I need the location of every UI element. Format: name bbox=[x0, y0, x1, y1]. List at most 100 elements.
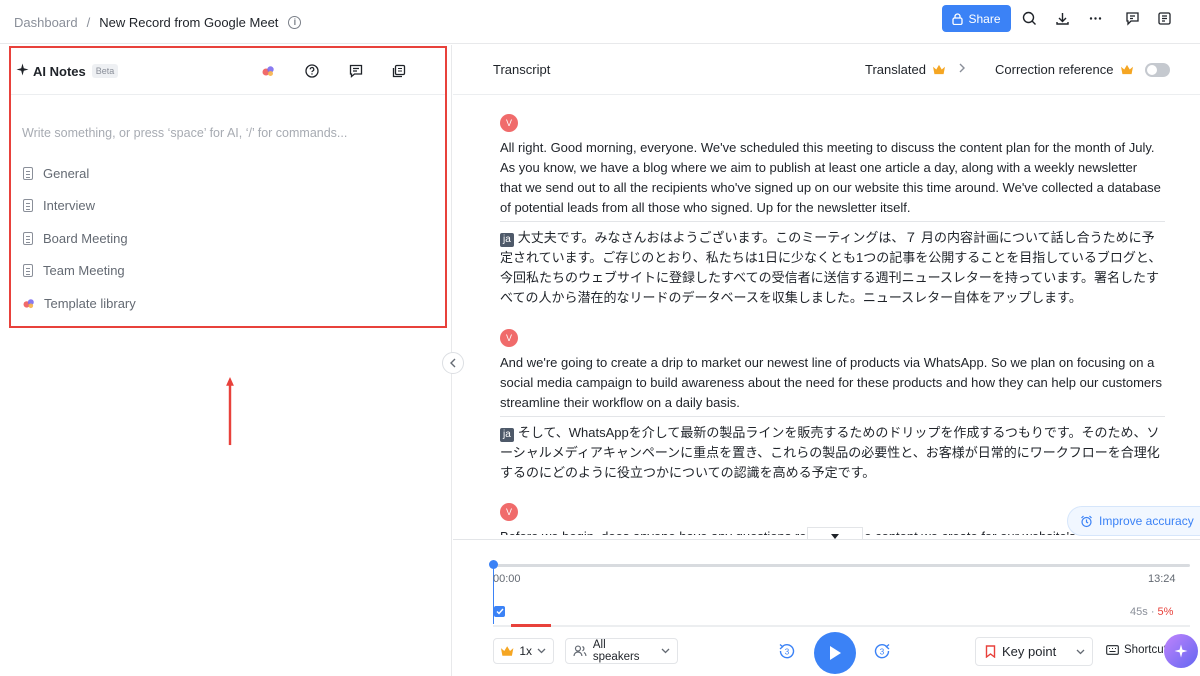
playback-speed-select[interactable]: 1x bbox=[493, 638, 554, 664]
chat-summary-icon[interactable] bbox=[348, 63, 364, 79]
stat-separator: · bbox=[1150, 606, 1155, 618]
template-item-board-meeting[interactable]: Board Meeting bbox=[23, 229, 128, 247]
language-tag: ja bbox=[500, 428, 514, 442]
page-title: New Record from Google Meet bbox=[99, 14, 279, 30]
speakers-select[interactable]: All speakers bbox=[565, 638, 678, 664]
bookmark-icon bbox=[985, 645, 996, 658]
chevron-left-icon bbox=[450, 358, 456, 368]
template-label: Template library bbox=[44, 295, 136, 311]
notes-editor-placeholder[interactable]: Write something, or press ‘space’ for AI… bbox=[22, 126, 347, 140]
breadcrumb: Dashboard / New Record from Google Meet … bbox=[14, 0, 302, 44]
template-label: Board Meeting bbox=[43, 230, 128, 246]
help-icon[interactable] bbox=[304, 63, 320, 79]
chevron-down-icon bbox=[1076, 647, 1085, 657]
download-icon[interactable] bbox=[1053, 9, 1071, 27]
key-point-select[interactable]: Key point bbox=[975, 637, 1093, 666]
document-icon bbox=[23, 263, 33, 277]
ai-assistant-button[interactable] bbox=[1164, 634, 1198, 668]
talk-stat: 45s · 5% bbox=[1130, 606, 1173, 618]
transcript-panel: Transcript Translated Correction referen… bbox=[453, 45, 1200, 676]
forward-3s-icon[interactable]: 3 bbox=[873, 642, 891, 660]
collapse-panel-button[interactable] bbox=[442, 352, 464, 374]
chevron-down-icon bbox=[537, 646, 546, 656]
chevron-down-icon bbox=[661, 646, 670, 656]
template-item-general[interactable]: General bbox=[23, 164, 89, 182]
skip-forward-label: 3 bbox=[880, 648, 885, 657]
share-label: Share bbox=[968, 11, 1001, 26]
beta-badge: Beta bbox=[91, 64, 119, 78]
info-icon[interactable]: i bbox=[288, 15, 302, 29]
transcript-header: Transcript Translated Correction referen… bbox=[453, 45, 1200, 95]
talk-percent: 5% bbox=[1157, 606, 1174, 618]
skip-back-label: 3 bbox=[785, 648, 790, 657]
avatar: V bbox=[500, 503, 518, 521]
notes-panel-icon[interactable] bbox=[1155, 9, 1173, 27]
template-item-template-library[interactable]: Template library bbox=[23, 294, 136, 312]
ai-notes-label: AI Notes bbox=[33, 63, 86, 79]
translation-text: そして、WhatsAppを介して最新の製品ラインを販売するためのドリップを作成す… bbox=[500, 425, 1160, 480]
rewind-3s-icon[interactable]: 3 bbox=[778, 642, 796, 660]
translation-segment[interactable]: ja そして、WhatsAppを介して最新の製品ラインを販売するためのドリップを作… bbox=[500, 416, 1165, 483]
template-item-interview[interactable]: Interview bbox=[23, 196, 95, 214]
correction-label: Correction reference bbox=[995, 62, 1114, 77]
ai-notes-title: AI Notes Beta bbox=[16, 63, 119, 79]
template-label: Team Meeting bbox=[43, 262, 125, 278]
more-icon[interactable] bbox=[1086, 9, 1104, 27]
template-label: General bbox=[43, 165, 90, 181]
people-icon bbox=[573, 645, 587, 657]
avatar: V bbox=[500, 329, 518, 347]
ai-notes-header: AI Notes Beta bbox=[11, 48, 445, 95]
play-icon bbox=[830, 646, 841, 660]
timeline-handle[interactable] bbox=[489, 560, 498, 569]
keypoint-checkbox[interactable] bbox=[494, 606, 505, 617]
transcript-segment[interactable]: All right. Good morning, everyone. We've… bbox=[500, 138, 1162, 218]
copy-icon[interactable] bbox=[391, 63, 407, 79]
lock-icon bbox=[952, 12, 964, 25]
time-start: 00:00 bbox=[493, 573, 521, 585]
sparkle-icon bbox=[16, 63, 29, 79]
share-button[interactable]: Share bbox=[942, 5, 1011, 32]
speed-value: 1x bbox=[519, 644, 532, 658]
language-tag: ja bbox=[500, 233, 514, 247]
correction-toggle[interactable] bbox=[1145, 63, 1170, 77]
audio-player: 00:00 13:24 45s · 5% 1x All speakers 3 3… bbox=[453, 539, 1200, 676]
sparkle-icon bbox=[1174, 644, 1188, 658]
breadcrumb-separator: / bbox=[86, 14, 91, 30]
keyboard-icon bbox=[1106, 645, 1119, 655]
crown-icon bbox=[500, 646, 514, 656]
chevron-right-icon[interactable] bbox=[958, 61, 966, 76]
top-bar: Dashboard / New Record from Google Meet … bbox=[0, 0, 1200, 44]
translated-label: Translated bbox=[865, 62, 926, 77]
ai-brand-icon[interactable] bbox=[260, 63, 276, 79]
timeline-track[interactable] bbox=[493, 564, 1190, 567]
alarm-icon bbox=[1081, 515, 1092, 527]
ai-notes-panel: AI Notes Beta Write something, or press … bbox=[0, 45, 452, 676]
shortcuts-button[interactable]: Shortcuts bbox=[1106, 644, 1173, 656]
avatar: V bbox=[500, 114, 518, 132]
translated-option[interactable]: Translated bbox=[865, 62, 946, 77]
search-icon[interactable] bbox=[1020, 9, 1038, 27]
translation-segment[interactable]: ja 大丈夫です。みなさんおはようございます。このミーティングは、７ 月の内容計画… bbox=[500, 221, 1165, 308]
crown-icon bbox=[932, 64, 945, 75]
correction-reference: Correction reference bbox=[995, 62, 1134, 77]
comment-icon[interactable] bbox=[1123, 9, 1141, 27]
transcript-segment[interactable]: And we're going to create a drip to mark… bbox=[500, 353, 1162, 413]
document-icon bbox=[23, 166, 33, 180]
talk-time: 45s bbox=[1130, 606, 1148, 618]
key-point-label: Key point bbox=[1002, 644, 1057, 659]
play-button[interactable] bbox=[814, 632, 856, 674]
translation-text: 大丈夫です。みなさんおはようございます。このミーティングは、７ 月の内容計画につ… bbox=[500, 230, 1162, 305]
template-label: Interview bbox=[43, 197, 96, 213]
check-icon bbox=[496, 608, 504, 615]
improve-accuracy-button[interactable]: Improve accuracy bbox=[1067, 506, 1200, 536]
crown-icon bbox=[1120, 64, 1133, 75]
time-end: 13:24 bbox=[1148, 573, 1176, 585]
transcript-body: V All right. Good morning, everyone. We'… bbox=[500, 97, 1200, 535]
document-icon bbox=[23, 231, 33, 245]
speakers-value: All speakers bbox=[592, 639, 640, 663]
template-library-icon bbox=[23, 298, 35, 309]
speaker-segment-marker bbox=[511, 624, 551, 627]
breadcrumb-dashboard[interactable]: Dashboard bbox=[14, 15, 78, 30]
template-item-team-meeting[interactable]: Team Meeting bbox=[23, 261, 125, 279]
document-icon bbox=[23, 198, 33, 212]
